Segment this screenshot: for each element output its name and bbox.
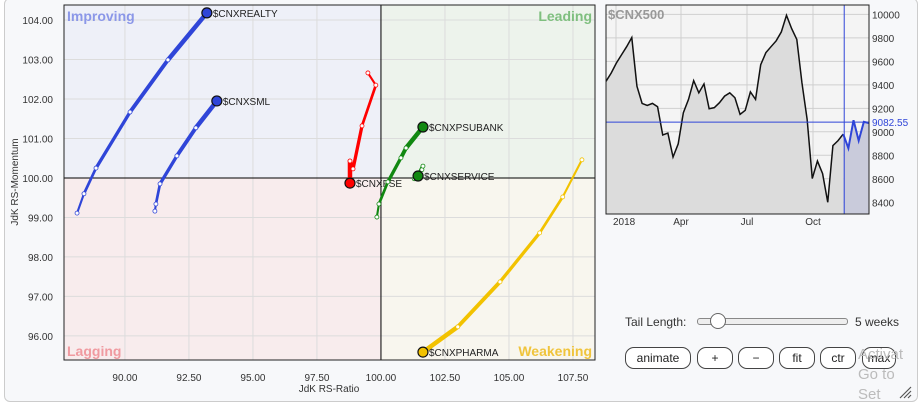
quadrant-lagging — [64, 177, 381, 360]
series-head-marker — [412, 170, 424, 182]
tail-point — [455, 324, 461, 330]
tail-point — [579, 157, 585, 163]
x-tick-label: 107.50 — [558, 373, 589, 384]
tail-point — [350, 166, 356, 172]
quadrant-weakening — [380, 177, 595, 360]
series-label: $CNXPSUBANK — [429, 123, 504, 134]
series-label: $CNXREALTY — [213, 9, 278, 20]
y-tick-label: 103.00 — [22, 55, 53, 66]
x-tick-label: 105.00 — [494, 373, 525, 384]
series-head-marker — [201, 7, 213, 19]
tail-length-value: 5 weeks — [855, 315, 900, 329]
x-tick-label: 92.50 — [176, 373, 201, 384]
animate-button[interactable]: animate — [625, 347, 691, 369]
tail-point — [193, 125, 199, 131]
series-head-marker — [417, 346, 429, 358]
y-tick-label: 101.00 — [22, 134, 53, 145]
tail-length-slider[interactable] — [697, 313, 848, 329]
tail-point — [152, 208, 158, 214]
y-axis-title: JdK RS-Momentum — [10, 138, 21, 225]
tail-point — [165, 57, 171, 63]
quadrant-label-leading: Leading — [538, 8, 592, 24]
tail-point — [373, 82, 379, 88]
x-tick-label: 90.00 — [112, 373, 137, 384]
quadrant-label-improving: Improving — [67, 8, 135, 24]
x-axis-title: JdK RS-Ratio — [299, 384, 360, 395]
series-label: $CNXPHARMA — [429, 348, 499, 359]
tail-point — [537, 230, 543, 236]
series-label: $CNXSERVICE — [424, 172, 495, 183]
y-tick-label: 104.00 — [22, 16, 53, 27]
y-tick-label: 98.00 — [28, 253, 53, 264]
series-head-marker — [344, 177, 356, 189]
y-tick-label: 97.00 — [28, 292, 53, 303]
quadrant-label-lagging: Lagging — [67, 343, 121, 359]
tail-point — [385, 179, 391, 185]
tail-point — [93, 165, 99, 171]
y-tick-label: 100.00 — [22, 174, 53, 185]
zoom-out-button[interactable]: − — [738, 347, 774, 369]
resize-grip-icon[interactable] — [898, 385, 912, 399]
tail-point — [420, 163, 426, 169]
tail-point — [398, 155, 404, 161]
tail-point — [74, 210, 80, 216]
tail-point — [359, 123, 365, 129]
rrg-widget: 90.00 92.50 95.00 97.50 100.00 102.50 105.00 10… — [0, 0, 921, 407]
series-label: $CNXSML — [223, 97, 271, 108]
series-label: $CNXFSE — [356, 179, 402, 190]
watermark-line-1: Activat — [858, 346, 904, 363]
tail-point — [365, 70, 371, 76]
tail-point — [174, 153, 180, 159]
series-head-marker — [211, 95, 223, 107]
tail-point — [81, 191, 87, 197]
tail-point — [374, 214, 380, 220]
tail-point — [347, 158, 353, 164]
tail-point — [153, 201, 159, 207]
zoom-in-button[interactable]: + — [697, 347, 733, 369]
tail-point — [560, 194, 566, 200]
center-button[interactable]: ctr — [820, 347, 856, 369]
tail-point — [127, 109, 133, 115]
x-tick-label: 95.00 — [240, 373, 265, 384]
y-tick-label: 96.00 — [28, 332, 53, 343]
x-tick-label: 97.50 — [304, 373, 329, 384]
y-tick-label: 102.00 — [22, 95, 53, 106]
quadrant-improving — [64, 5, 381, 178]
fit-button[interactable]: fit — [779, 347, 815, 369]
x-tick-label: 100.00 — [366, 373, 397, 384]
quadrant-leading — [380, 5, 595, 178]
x-tick-label: 102.50 — [430, 373, 461, 384]
quadrant-label-weakening: Weakening — [518, 343, 592, 359]
tail-length-label: Tail Length: — [625, 315, 687, 329]
tail-point — [403, 145, 409, 151]
rrg-chart[interactable]: 90.00 92.50 95.00 97.50 100.00 102.50 105.00 10… — [0, 0, 600, 407]
tail-point — [376, 201, 382, 207]
tail-point — [157, 181, 163, 187]
tail-point — [497, 279, 503, 285]
y-tick-label: 99.00 — [28, 213, 53, 224]
series-head-marker — [417, 121, 429, 133]
